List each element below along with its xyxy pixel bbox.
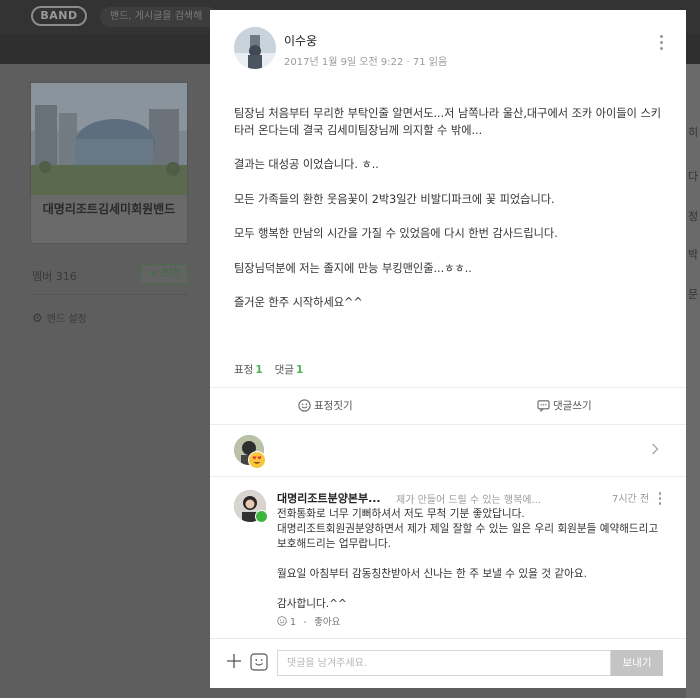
react-button-label: 표정짓기 — [314, 400, 353, 412]
sidebar-divider — [30, 294, 188, 295]
post-paragraph: 모두 행복한 만남의 시간을 가질 수 있었음에 다시 한번 감사드립니다. — [234, 227, 558, 240]
post-paragraph: 팀장님덕분에 저는 졸지에 만능 부킹맨인줄...ㅎㅎ.. — [234, 261, 472, 275]
comments-label[interactable]: 댓글 — [275, 364, 294, 376]
post-paragraph: 즐거운 한주 시작하세요^^ — [234, 296, 363, 309]
comment-reaction-count[interactable]: 1 — [290, 617, 296, 628]
chevron-right-icon[interactable] — [650, 442, 660, 456]
comment-line: 월요일 아침부터 감동칭찬받아서 신나는 한 주 보낼 수 있을 것 같아요. — [277, 568, 587, 580]
smiley-icon — [298, 398, 311, 412]
post-body: 팀장님 처음부터 무리한 부탁인줄 알면서도...저 남쪽나라 울산,대구에서 … — [234, 106, 664, 312]
member-count: 멤버 316 — [32, 270, 77, 283]
author-avatar[interactable] — [234, 27, 276, 69]
comments-count[interactable]: 1 — [296, 364, 303, 376]
band-settings-label: 밴드 설정 — [46, 314, 87, 325]
post-stats: 표정 1 댓글 1 — [234, 362, 315, 377]
right-panel-text: 박 — [688, 248, 699, 261]
heart-eyes-emoji-icon — [248, 451, 266, 469]
comment-more-icon[interactable] — [657, 492, 663, 506]
right-panel — [686, 64, 700, 698]
comment-like-button[interactable]: 좋아요 — [314, 617, 340, 628]
comment-item: 대명리조트분양본부... 제가 만들어 드릴 수 있는 행복에... 7시간 전… — [210, 478, 686, 634]
reactions-count[interactable]: 1 — [255, 364, 262, 376]
post-action-bar: 표정짓기 댓글쓰기 — [210, 387, 686, 425]
band-logo[interactable]: BAND — [31, 6, 87, 26]
sticker-icon[interactable] — [250, 653, 268, 671]
right-panel-text: 다 — [688, 170, 699, 183]
right-panel-text: 히 — [688, 126, 699, 139]
gear-icon: ⚙ — [32, 311, 43, 325]
author-name[interactable]: 이수웅 — [284, 32, 317, 49]
react-button[interactable]: 표정짓기 — [298, 388, 353, 424]
comment-bubble-icon — [537, 399, 550, 412]
comment-line: 전화통화로 너무 기뻐하셔서 저도 무척 기분 좋았답니다. — [277, 508, 525, 520]
write-comment-label: 댓글쓰기 — [553, 400, 592, 412]
comment-composer: 보내기 — [210, 638, 686, 688]
comment-footer: 1 좋아요 — [277, 614, 340, 628]
more-options-icon[interactable] — [656, 35, 666, 53]
comment-author[interactable]: 대명리조트분양본부... — [277, 490, 381, 506]
right-panel-text: 문 — [688, 288, 699, 301]
band-cover-card[interactable]: 대명리조트김세미회원밴드 — [30, 82, 188, 244]
post-paragraph: 팀장님 처음부터 무리한 부탁인줄 알면서도...저 남쪽나라 울산,대구에서 … — [234, 107, 662, 137]
comment-input[interactable] — [277, 650, 611, 676]
band-leader-badge — [255, 510, 268, 523]
comment-body: 전화통화로 너무 기뻐하셔서 저도 무척 기분 좋았답니다. 대명리조트회원권분… — [277, 507, 667, 612]
comment-timestamp: 7시간 전 — [612, 494, 650, 505]
post-detail-modal: 이수웅 2017년 1월 9일 오전 9:22 · 71 읽음 팀장님 처음부터… — [210, 10, 686, 688]
read-count[interactable]: 71 읽음 — [413, 57, 447, 68]
reactions-label[interactable]: 표정 — [234, 364, 253, 376]
post-paragraph: 결과는 대성공 이었습니다. ㅎ.. — [234, 158, 379, 171]
post-header: 이수웅 2017년 1월 9일 오전 9:22 · 71 읽음 — [210, 10, 686, 90]
band-settings-link[interactable]: ⚙ 밴드 설정 — [32, 310, 87, 325]
comment-reaction-icon[interactable] — [277, 616, 287, 626]
plus-icon[interactable] — [226, 653, 242, 669]
invite-button[interactable]: + 초대 — [140, 264, 188, 284]
comment-author-description: 제가 만들어 드릴 수 있는 행복에... — [396, 495, 542, 506]
send-button[interactable]: 보내기 — [611, 650, 663, 676]
band-cover-image — [31, 83, 187, 195]
comment-line: 대명리조트회원권분양하면서 제가 제일 잘할 수 있는 일은 우리 회원분들 예… — [277, 523, 659, 550]
post-meta: 2017년 1월 9일 오전 9:22 · 71 읽음 — [284, 53, 447, 68]
write-comment-button[interactable]: 댓글쓰기 — [537, 388, 592, 424]
post-paragraph: 모든 가족들의 환한 웃음꽃이 2박3일간 비발디파크에 꽃 피었습니다. — [234, 192, 555, 206]
post-date: 2017년 1월 9일 오전 9:22 — [284, 57, 404, 68]
right-panel-text: 정 — [688, 210, 699, 223]
reaction-list-row[interactable] — [210, 425, 686, 477]
band-search-input[interactable]: 밴드, 게시글을 검색해 — [100, 7, 218, 27]
band-title: 대명리조트김세미회원밴드 — [42, 202, 176, 216]
comment-line: 감사합니다.^^ — [277, 598, 347, 610]
